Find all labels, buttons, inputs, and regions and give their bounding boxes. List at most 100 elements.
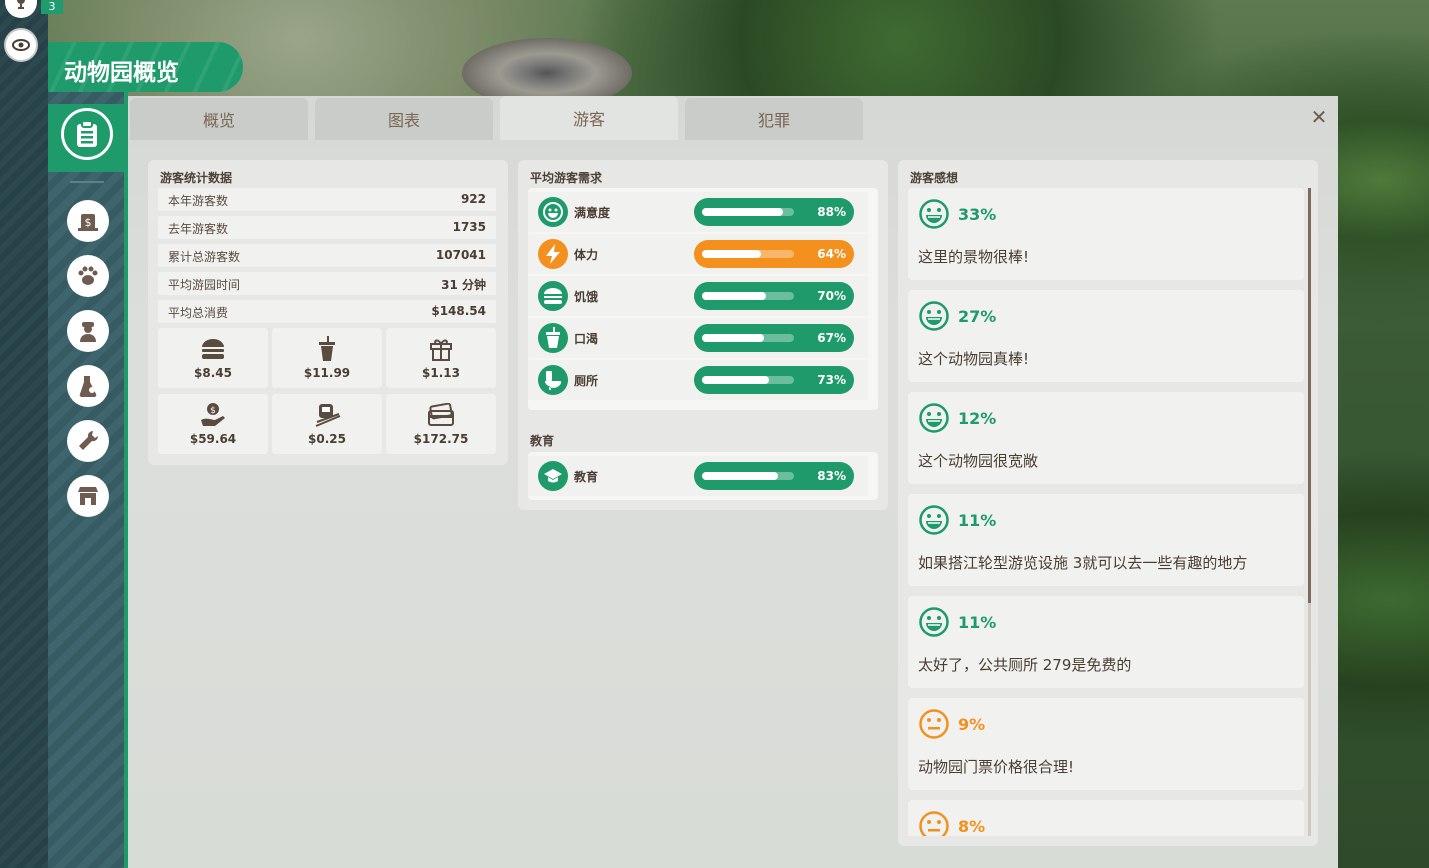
stat-label: 本年游客数 xyxy=(168,194,229,208)
neutral-face-icon xyxy=(918,810,950,836)
spend-gift-cell: $1.13 xyxy=(386,328,496,388)
stat-row: 本年游客数 922 xyxy=(158,188,496,211)
guest-thoughts-title: 游客感想 xyxy=(910,171,959,185)
need-row: 厕所 73% xyxy=(528,360,868,400)
thoughts-scroll-thumb[interactable] xyxy=(1308,188,1311,603)
zoo-overview-panel: 概览 图表 游客 犯罪 ✕ 游客统计数据 本年游客数 922 去年游客数 173… xyxy=(128,96,1338,868)
eye-view-button[interactable] xyxy=(4,28,38,62)
spend-value: $59.64 xyxy=(189,432,237,446)
tab-overview[interactable]: 概览 xyxy=(130,98,308,140)
stat-row: 平均总消费 $148.54 xyxy=(158,300,496,323)
donation-hand-icon: $ xyxy=(198,402,228,428)
staff-person-icon xyxy=(80,322,96,342)
need-bar-fill xyxy=(702,334,764,342)
thought-percent: 12% xyxy=(958,409,997,428)
guest-needs-title: 平均游客需求 xyxy=(530,171,603,185)
stat-value: 1735 xyxy=(452,220,486,234)
tab-guests[interactable]: 游客 xyxy=(500,96,678,140)
happy-face-icon xyxy=(918,402,950,434)
thought-text: 太好了，公共厕所 279是免费的 xyxy=(918,656,1132,674)
need-bar: 64% xyxy=(694,240,854,268)
guest-thoughts-card: 游客感想 33% 这里的景物很棒! 27% 这个动物园真棒! 12% 这个动物园很宽敞 11… xyxy=(898,160,1318,846)
thirst-cup-icon xyxy=(538,323,568,353)
guest-needs-card: 平均游客需求 满意度 88% 体力 64% 饥饿 70% 口渴 67% 厕所 73% 教育 教育 … xyxy=(518,160,888,510)
side-menu: $ xyxy=(48,92,128,868)
thoughts-scrollbar[interactable] xyxy=(1308,188,1311,836)
side-menu-animals-button[interactable] xyxy=(67,255,109,297)
spend-food-cell: $8.45 xyxy=(158,328,268,388)
trophy-icon[interactable] xyxy=(5,0,37,18)
spend-value: $8.45 xyxy=(194,366,232,380)
tab-charts[interactable]: 图表 xyxy=(315,98,493,140)
need-row: 满意度 88% xyxy=(528,192,868,232)
thoughts-list[interactable]: 33% 这里的景物很棒! 27% 这个动物园真棒! 12% 这个动物园很宽敞 11% 如果搭江… xyxy=(908,188,1304,836)
need-row: 饥饿 70% xyxy=(528,276,868,316)
need-bar: 88% xyxy=(694,198,854,226)
graduation-cap-icon xyxy=(538,461,568,491)
thought-text: 这个动物园很宽敞 xyxy=(918,452,1039,470)
stat-value: 31 分钟 xyxy=(441,278,486,292)
thought-text: 这里的景物很棒! xyxy=(918,248,1030,266)
stat-label: 平均总消费 xyxy=(168,306,229,320)
spend-value: $11.99 xyxy=(303,366,351,380)
side-menu-staff-button[interactable] xyxy=(67,310,109,352)
wrench-icon xyxy=(79,430,99,450)
need-bar-fill xyxy=(702,208,783,216)
stat-value: 107041 xyxy=(435,248,486,262)
thought-item: 11% 太好了，公共厕所 279是免费的 xyxy=(908,596,1304,688)
title-banner: 动物园概览 xyxy=(48,42,243,92)
side-menu-overview-button[interactable] xyxy=(61,108,113,160)
guest-stats-title: 游客统计数据 xyxy=(160,171,233,185)
happy-face-icon xyxy=(918,300,950,332)
money-bag-icon: $ xyxy=(78,214,98,231)
side-menu-shops-button[interactable] xyxy=(67,475,109,517)
trophy-count-badge: 3 xyxy=(41,0,63,14)
hunger-burger-icon xyxy=(538,281,568,311)
guest-stats-card: 游客统计数据 本年游客数 922 去年游客数 1735 累计总游客数 10704… xyxy=(148,160,508,465)
happy-face-icon xyxy=(918,504,950,536)
thought-percent: 11% xyxy=(958,511,997,530)
spend-ride-cell: $0.25 xyxy=(272,394,382,454)
tab-bar: 概览 图表 游客 犯罪 ✕ xyxy=(128,96,1338,140)
need-bar-fill xyxy=(702,250,761,258)
education-bar: 83% xyxy=(694,462,854,490)
thought-text: 这个动物园真棒! xyxy=(918,350,1030,368)
happy-face-icon xyxy=(538,197,568,227)
drink-cup-icon xyxy=(312,336,342,362)
train-ride-icon xyxy=(312,402,342,428)
flask-paw-icon xyxy=(79,376,97,398)
neutral-face-icon xyxy=(918,708,950,740)
education-row: 教育 83% xyxy=(528,456,868,496)
need-percent: 73% xyxy=(817,373,846,387)
energy-bolt-icon xyxy=(538,239,568,269)
tab-crime[interactable]: 犯罪 xyxy=(685,98,863,140)
happy-face-icon xyxy=(918,606,950,638)
need-bar-fill xyxy=(702,376,770,384)
spend-value: $172.75 xyxy=(413,432,469,446)
stat-value: 922 xyxy=(460,192,486,206)
education-label: 教育 xyxy=(574,470,599,484)
stat-label: 去年游客数 xyxy=(168,222,229,236)
thought-text: 动物园门票价格很合理! xyxy=(918,758,1075,776)
stat-row: 平均游园时间 31 分钟 xyxy=(158,272,496,295)
spend-drink-cell: $11.99 xyxy=(272,328,382,388)
stat-row: 累计总游客数 107041 xyxy=(158,244,496,267)
side-menu-finance-button[interactable]: $ xyxy=(67,200,109,242)
need-percent: 67% xyxy=(817,331,846,345)
stat-label: 累计总游客数 xyxy=(168,250,241,264)
thought-item: 9% 动物园门票价格很合理! xyxy=(908,698,1304,790)
close-button[interactable]: ✕ xyxy=(1308,106,1330,128)
thought-percent: 9% xyxy=(958,715,986,734)
thought-item: 12% 这个动物园很宽敞 xyxy=(908,392,1304,484)
side-menu-maintenance-button[interactable] xyxy=(67,420,109,462)
thought-item: 33% 这里的景物很棒! xyxy=(908,188,1304,280)
education-percent: 83% xyxy=(817,469,846,483)
spend-value: $1.13 xyxy=(422,366,460,380)
stat-label: 平均游园时间 xyxy=(168,278,241,292)
thought-percent: 11% xyxy=(958,613,997,632)
thought-text: 如果搭江轮型游览设施 3就可以去一些有趣的地方 xyxy=(918,554,1248,572)
need-row: 体力 64% xyxy=(528,234,868,274)
need-percent: 64% xyxy=(817,247,846,261)
side-menu-research-button[interactable] xyxy=(67,365,109,407)
education-title: 教育 xyxy=(530,434,555,448)
